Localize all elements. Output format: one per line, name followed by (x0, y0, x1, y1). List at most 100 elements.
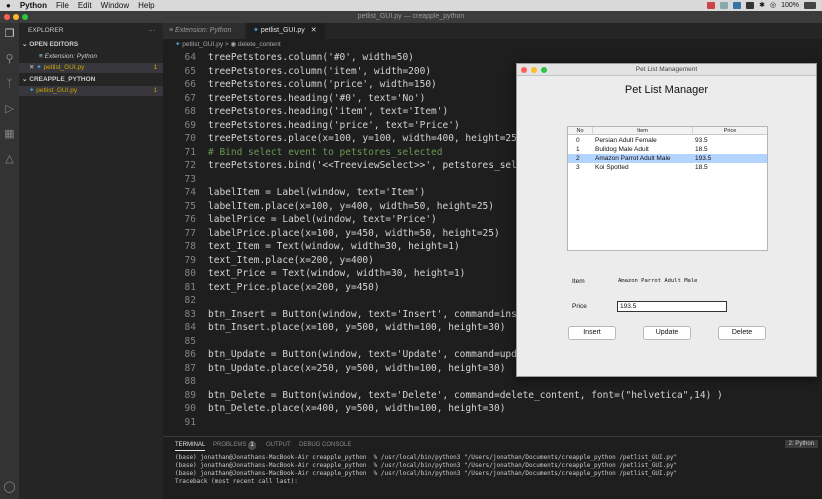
code-line[interactable]: treePetstores.heading('#0', text='No') (208, 93, 425, 104)
code-line[interactable]: treePetstores.column('item', width=200) (208, 66, 431, 77)
terminal-select[interactable]: 2: Python (784, 440, 818, 448)
activity-bar: ❐ ⚲ ᛉ ▷ ▦ △ ◯ (0, 23, 19, 499)
run-debug-icon[interactable]: ▷ (3, 103, 16, 116)
tree-row[interactable]: 0 Persian Adult Female 93.5 (568, 136, 767, 145)
open-editor-item[interactable]: ≡ Extension: Python (19, 52, 163, 62)
problems-label: PROBLEMS (213, 442, 247, 448)
testing-flask-icon[interactable]: △ (3, 153, 16, 166)
column-header-no[interactable]: No (568, 127, 592, 135)
code-line[interactable]: text_Item = Text(window, width=30, heigh… (208, 241, 460, 252)
menu-file[interactable]: File (56, 0, 69, 11)
update-button[interactable]: Update (643, 326, 691, 340)
minimize-window-button[interactable] (531, 67, 537, 73)
code-line[interactable]: treePetstores.bind('<<TreeviewSelect>>',… (208, 160, 551, 171)
extensions-icon[interactable]: ▦ (3, 128, 16, 141)
code-line[interactable]: treePetstores.column('price', width=150) (208, 79, 437, 90)
code-line[interactable]: labelItem = Label(window, text='Item') (208, 187, 425, 198)
menu-help[interactable]: Help (138, 0, 154, 11)
status-circle-icon[interactable] (720, 2, 729, 9)
tab-debug-console[interactable]: DEBUG CONSOLE (299, 441, 351, 450)
folder-section[interactable]: ⌄ CREAPPLE_PYTHON (19, 75, 163, 85)
code-line[interactable]: btn_Insert.place(x=100, y=500, width=100… (208, 322, 505, 333)
zoom-window-button[interactable] (22, 14, 28, 20)
price-input[interactable]: 193.5 (617, 301, 727, 312)
tab-problems[interactable]: PROBLEMS 1 (213, 441, 256, 450)
column-header-price[interactable]: Price (692, 127, 767, 135)
python-file-icon: ✦ (36, 64, 44, 71)
tree-row[interactable]: 3 Koi Spotted 18.5 (568, 163, 767, 172)
line-number: 81 (184, 281, 196, 293)
line-number: 80 (184, 268, 196, 279)
code-line[interactable]: treePetstores.heading('item', text='Item… (208, 106, 448, 117)
code-line[interactable]: btn_Delete = Button(window, text='Delete… (208, 390, 723, 401)
cell-item: Bulldog Male Adult (595, 146, 649, 153)
cell-price: 193.5 (695, 155, 712, 162)
tab-extension-python[interactable]: ≡ Extension: Python (163, 23, 245, 39)
tab-terminal[interactable]: TERMINAL (175, 441, 206, 451)
tree-row[interactable]: 1 Bulldog Male Adult 18.5 (568, 145, 767, 154)
code-line[interactable]: btn_Delete.place(x=400, y=500, width=100… (208, 403, 505, 414)
explorer-title: EXPLORER (28, 27, 64, 34)
open-editors-section[interactable]: ⌄ OPEN EDITORS (19, 40, 163, 50)
zoom-window-button[interactable] (541, 67, 547, 73)
tab-close-icon[interactable]: ✕ (311, 27, 317, 34)
cell-price: 93.5 (695, 137, 708, 144)
menu-window[interactable]: Window (101, 0, 129, 11)
column-header-item[interactable]: Item (592, 127, 692, 135)
wifi-icon[interactable]: ◎ (770, 0, 776, 11)
account-icon[interactable]: ◯ (3, 481, 16, 494)
menu-app-python[interactable]: Python (20, 0, 47, 11)
code-line[interactable]: labelPrice.place(x=100, y=450, width=50,… (208, 228, 500, 239)
code-line[interactable]: text_Price = Text(window, width=30, heig… (208, 268, 465, 279)
close-window-button[interactable] (521, 67, 527, 73)
tab-output[interactable]: OUTPUT (266, 441, 291, 450)
breadcrumb-file[interactable]: petlist_GUI.py (182, 41, 223, 48)
tree-row[interactable]: 2 Amazon Parrot Adult Male 193.5 (568, 154, 767, 163)
cell-no: 0 (576, 137, 580, 144)
insert-button[interactable]: Insert (568, 326, 616, 340)
item-label: Item (572, 278, 585, 285)
delete-button[interactable]: Delete (718, 326, 766, 340)
code-line[interactable]: text_Price.place(x=200, y=450) (208, 282, 380, 293)
open-editor-item-active[interactable]: ✕ ✦ petlist_GUI.py 1 (19, 63, 163, 73)
explorer-files-icon[interactable]: ❐ (3, 28, 16, 41)
code-line[interactable]: treePetstores.place(x=100, y=100, width=… (208, 133, 528, 144)
more-actions-icon[interactable]: ··· (149, 26, 156, 36)
minimize-window-button[interactable] (13, 14, 19, 20)
bluetooth-icon[interactable]: ✱ (759, 0, 765, 11)
cell-item: Koi Spotted (595, 164, 629, 171)
problem-count-badge: 1 (153, 64, 157, 71)
status-app-icon[interactable] (707, 2, 716, 9)
search-icon[interactable]: ⚲ (3, 53, 16, 66)
breadcrumb-symbol[interactable]: delete_content (238, 41, 281, 48)
line-number: 83 (184, 308, 196, 320)
tab-petlist-gui[interactable]: ✦ petlist_GUI.py ✕ (247, 23, 325, 39)
status-cloud-icon[interactable] (733, 2, 742, 9)
source-control-icon[interactable]: ᛉ (3, 78, 16, 91)
item-value[interactable]: Amazon Parrot Adult Male (618, 278, 697, 284)
close-window-button[interactable] (4, 14, 10, 20)
menubar-status: ✱ ◎ 100% (707, 0, 816, 11)
code-line[interactable]: labelItem.place(x=100, y=400, width=50, … (208, 201, 494, 212)
bottom-panel: TERMINAL PROBLEMS 1 OUTPUT DEBUG CONSOLE … (163, 436, 822, 499)
status-a-icon[interactable] (746, 2, 755, 9)
line-number: 72 (184, 160, 196, 171)
cell-price: 18.5 (695, 146, 708, 153)
explorer-sidebar: EXPLORER ··· ⌄ OPEN EDITORS ≡ Extension:… (19, 23, 163, 499)
code-line[interactable]: treePetstores.heading('price', text='Pri… (208, 120, 460, 131)
battery-icon[interactable] (804, 2, 816, 9)
code-line[interactable]: text_Item.place(x=200, y=400) (208, 255, 374, 266)
folder-file-item[interactable]: ✦ petlist_GUI.py 1 (19, 86, 163, 96)
pet-treeview[interactable]: No Item Price 0 Persian Adult Female 93.5 1… (567, 126, 768, 251)
menu-edit[interactable]: Edit (78, 0, 92, 11)
line-number: 73 (184, 173, 196, 185)
code-line[interactable]: labelPrice = Label(window, text='Price') (208, 214, 437, 225)
code-line[interactable]: # Bind select event to petstores_selecte… (208, 147, 443, 158)
app-window-title: Pet List Management (635, 66, 698, 73)
code-line[interactable]: treePetstores.column('#0', width=50) (208, 52, 414, 63)
explorer-header: EXPLORER ··· (19, 26, 163, 36)
apple-icon[interactable]: ● (6, 0, 11, 11)
cell-item: Amazon Parrot Adult Male (595, 155, 671, 162)
line-number: 75 (184, 200, 196, 212)
code-line[interactable]: btn_Update.place(x=250, y=500, width=100… (208, 363, 505, 374)
